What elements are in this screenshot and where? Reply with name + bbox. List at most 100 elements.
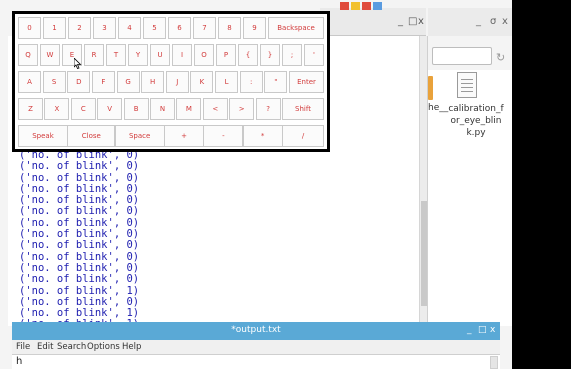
- key-i-button[interactable]: I: [172, 44, 192, 66]
- keyboard-row: Q W E R T Y U I O P{}; ': [18, 44, 324, 66]
- key-l-button[interactable]: L: [215, 71, 239, 93]
- shell-maximize-button[interactable]: □: [408, 16, 417, 27]
- key-h-button[interactable]: H: [141, 71, 165, 93]
- key-c-button[interactable]: C: [70, 98, 96, 120]
- shell-output-line: ('no. of blink', 0): [19, 273, 140, 286]
- editor-maximize-button[interactable]: □: [478, 325, 487, 335]
- key-m-button[interactable]: M: [176, 98, 202, 120]
- keyboard-row: A S D F G H J K L: " Enter: [18, 71, 324, 93]
- editor-titlebar: *output.txt _ □ x: [12, 322, 500, 340]
- key-0-button[interactable]: 0: [18, 17, 41, 39]
- key-symbol-button[interactable]: {: [238, 44, 258, 66]
- key-symbol-button[interactable]: ': [304, 44, 324, 66]
- red-icon: [340, 2, 349, 10]
- key-symbol-button[interactable]: ?: [255, 98, 281, 120]
- key-symbol-button[interactable]: -: [203, 125, 244, 147]
- key-z-button[interactable]: Z: [18, 98, 43, 120]
- shell-output-lines: ('no. of blink', 0) ('no. of blink', 0) ('…: [19, 149, 419, 331]
- key-q-button[interactable]: Q: [18, 44, 38, 66]
- fm-close-button[interactable]: x: [502, 16, 508, 27]
- shell-scrollbar[interactable]: [419, 36, 427, 326]
- key-symbol-button[interactable]: ": [264, 71, 288, 93]
- key-t-button[interactable]: T: [106, 44, 126, 66]
- fm-go-icon[interactable]: ↻: [496, 51, 505, 64]
- key-d-button[interactable]: D: [67, 71, 91, 93]
- key-8-button[interactable]: 8: [218, 17, 241, 39]
- key-2-button[interactable]: 2: [68, 17, 91, 39]
- menu-file[interactable]: File: [16, 342, 30, 352]
- editor-text-area[interactable]: h: [12, 354, 500, 369]
- key-symbol-button[interactable]: >: [229, 98, 255, 120]
- key-w-button[interactable]: W: [40, 44, 60, 66]
- menu-search[interactable]: Search: [57, 342, 86, 352]
- red-icon: [362, 2, 371, 10]
- key-v-button[interactable]: V: [97, 98, 123, 120]
- key-n-button[interactable]: N: [150, 98, 175, 120]
- key-s-button[interactable]: S: [42, 71, 66, 93]
- key-symbol-button[interactable]: }: [260, 44, 280, 66]
- key-shift-button[interactable]: Shift: [282, 98, 324, 120]
- key-k-button[interactable]: K: [190, 71, 214, 93]
- shell-minimize-button[interactable]: _: [398, 16, 403, 27]
- key-backspace-button[interactable]: Backspace: [268, 17, 324, 39]
- key-9-button[interactable]: 9: [243, 17, 266, 39]
- screen-border: [512, 0, 571, 369]
- key-p-button[interactable]: P: [216, 44, 236, 66]
- key-j-button[interactable]: J: [165, 71, 189, 93]
- fm-restore-button[interactable]: σ: [490, 16, 496, 27]
- key-f-button[interactable]: F: [91, 71, 115, 93]
- keyboard-row: Z X C V B N M < >? Shift: [18, 98, 324, 120]
- key-speak-button[interactable]: Speak: [18, 125, 68, 147]
- file-manager-titlebar: _ σ x: [428, 8, 512, 36]
- file-label-line: or_eye_blin: [450, 116, 502, 126]
- file-label-line: calibration_f: [448, 104, 504, 114]
- key-symbol-button[interactable]: ;: [282, 44, 302, 66]
- key-symbol-button[interactable]: :: [239, 71, 263, 93]
- key-o-button[interactable]: O: [194, 44, 214, 66]
- key-b-button[interactable]: B: [123, 98, 149, 120]
- key-7-button[interactable]: 7: [193, 17, 216, 39]
- editor-scrollbar[interactable]: [490, 356, 498, 369]
- editor-close-button[interactable]: x: [490, 325, 495, 335]
- key-close-button[interactable]: Close: [67, 125, 116, 147]
- folder-icon[interactable]: [428, 76, 433, 100]
- key-5-button[interactable]: 5: [143, 17, 166, 39]
- key-u-button[interactable]: U: [150, 44, 170, 66]
- editor-title: *output.txt: [231, 325, 281, 335]
- on-screen-keyboard: 0 1 2 3 4 5 6 7 8 9 Backspace Q W E R T Y U I O P{}; ' A S D F G H J…: [12, 11, 330, 152]
- keyboard-row: Speak Close Space + - * /: [18, 125, 324, 147]
- shell-titlebar: _ □ x: [320, 8, 426, 36]
- key-1-button[interactable]: 1: [43, 17, 66, 39]
- key-symbol-button[interactable]: /: [282, 125, 324, 147]
- key-r-button[interactable]: R: [84, 44, 104, 66]
- shell-output-line: ('no. of blink', 0): [19, 239, 140, 252]
- mouse-pointer-icon: [74, 58, 82, 69]
- toolbar-color-icons: [340, 2, 390, 10]
- yellow-icon: [351, 2, 360, 10]
- shell-output-line: ('no. of blink', 0): [19, 160, 140, 173]
- editor-menubar: File Edit Search Options Help: [12, 340, 500, 354]
- key-6-button[interactable]: 6: [168, 17, 191, 39]
- key-3-button[interactable]: 3: [93, 17, 116, 39]
- key-4-button[interactable]: 4: [118, 17, 141, 39]
- key-g-button[interactable]: G: [116, 71, 140, 93]
- keyboard-row: 0 1 2 3 4 5 6 7 8 9 Backspace: [18, 17, 324, 39]
- menu-help[interactable]: Help: [122, 342, 141, 352]
- key-x-button[interactable]: X: [44, 98, 70, 120]
- key-symbol-button[interactable]: +: [164, 125, 204, 147]
- menu-options[interactable]: Options: [87, 342, 120, 352]
- key-y-button[interactable]: Y: [128, 44, 148, 66]
- key-enter-button[interactable]: Enter: [289, 71, 324, 93]
- key-symbol-button[interactable]: <: [202, 98, 228, 120]
- key-symbol-button[interactable]: *: [242, 125, 283, 147]
- shell-scrollbar-thumb[interactable]: [421, 201, 427, 306]
- file-label[interactable]: calibration_f or_eye_blin k.py: [440, 103, 512, 139]
- menu-edit[interactable]: Edit: [37, 342, 53, 352]
- shell-close-button[interactable]: x: [418, 16, 424, 27]
- fm-path-input[interactable]: [432, 47, 492, 65]
- fm-minimize-button[interactable]: _: [476, 16, 481, 27]
- key-a-button[interactable]: A: [18, 71, 41, 93]
- key-space-button[interactable]: Space: [114, 125, 165, 147]
- python-file-icon[interactable]: [457, 72, 477, 98]
- editor-minimize-button[interactable]: _: [467, 325, 472, 335]
